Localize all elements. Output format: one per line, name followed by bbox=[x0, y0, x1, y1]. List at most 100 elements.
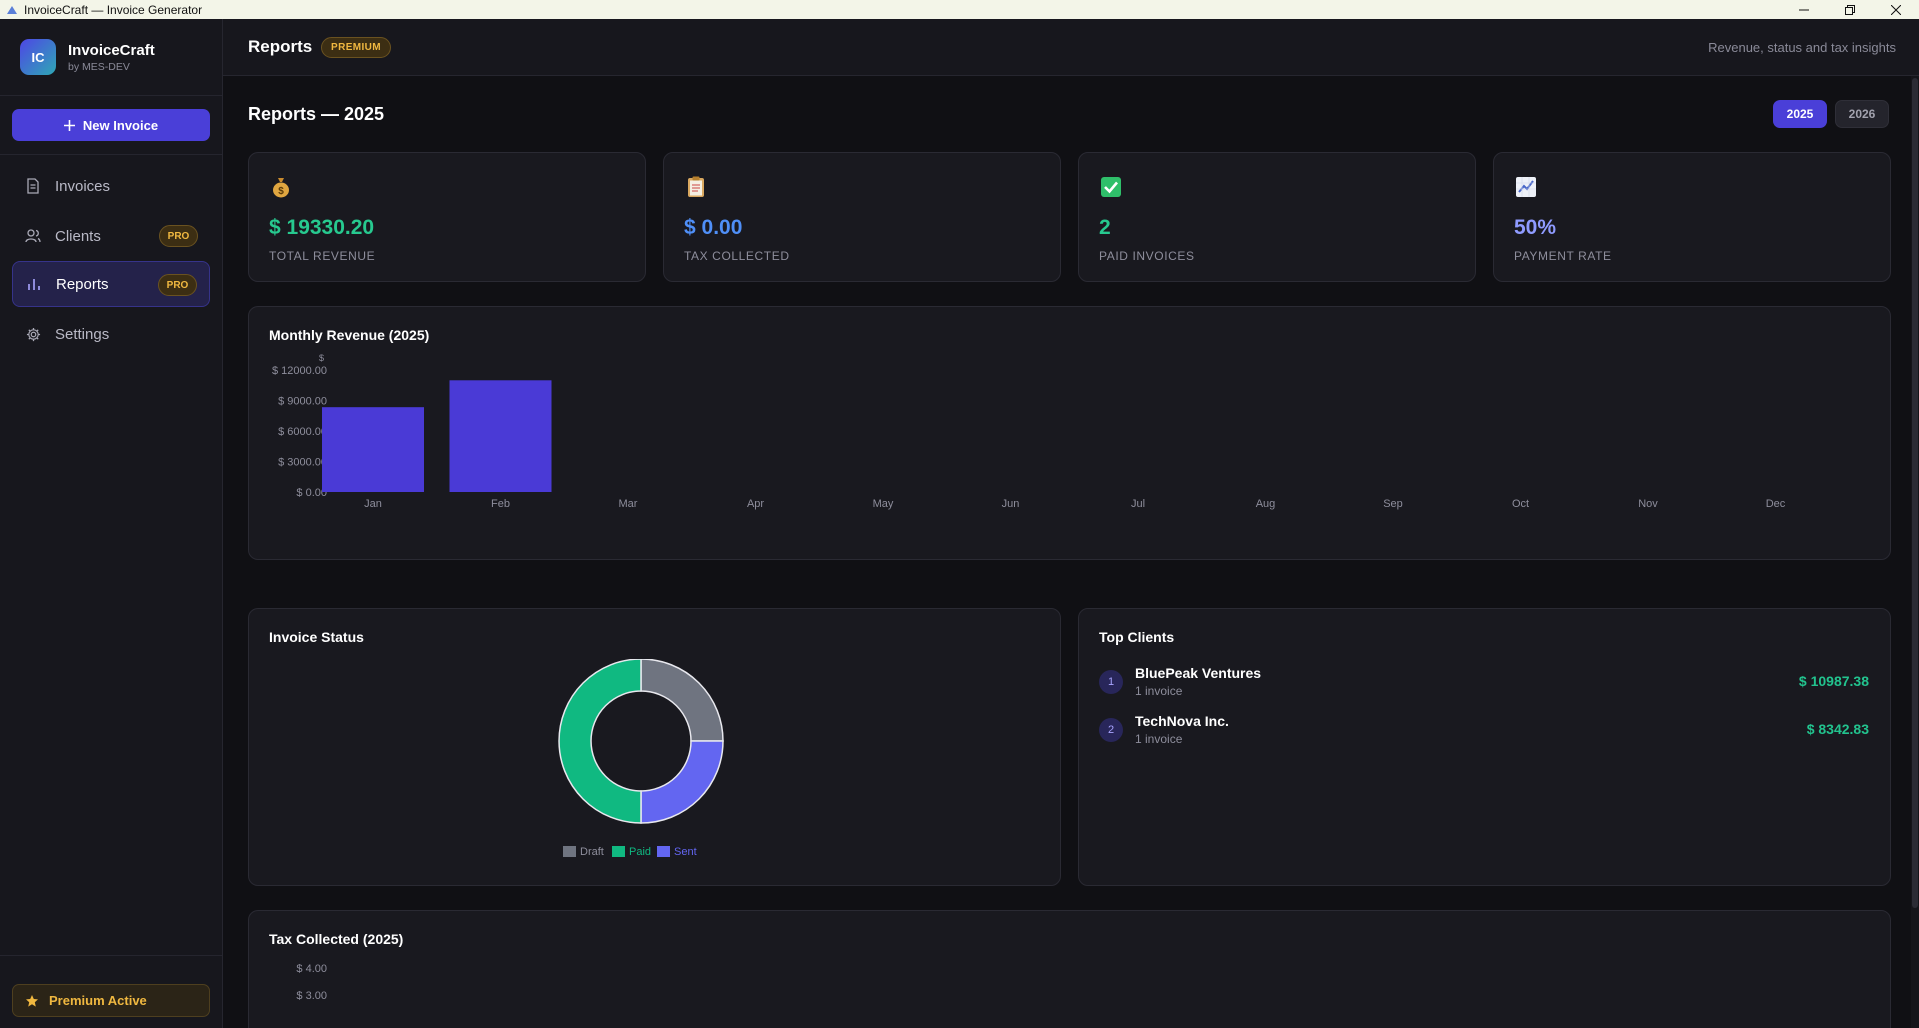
client-amount: $ 8342.83 bbox=[1806, 721, 1869, 737]
donut-slice-draft[interactable] bbox=[640, 659, 724, 742]
y-tick-label: $ 6000.00 bbox=[278, 426, 327, 438]
plus-icon bbox=[63, 119, 75, 131]
kpi-card-total-revenue: $ $ 19330.20 TOTAL REVENUE bbox=[248, 152, 646, 282]
x-tick-label: Dec bbox=[1766, 498, 1786, 510]
legend-label[interactable]: Draft bbox=[580, 846, 604, 858]
sidebar-item-reports[interactable]: Reports PRO bbox=[12, 261, 210, 307]
y-tick-label: $ 12000.00 bbox=[272, 365, 327, 377]
sidebar-item-label: Invoices bbox=[55, 177, 111, 195]
x-tick-label: Jun bbox=[1002, 498, 1020, 510]
y-tick-label: $ 3000.00 bbox=[278, 457, 327, 469]
sidebar-item-clients[interactable]: Clients PRO bbox=[12, 213, 210, 259]
sidebar-item-settings[interactable]: Settings bbox=[12, 311, 210, 357]
check-box-icon bbox=[1099, 175, 1123, 205]
brand: IC InvoiceCraft by MES-DEV bbox=[20, 39, 155, 75]
kpi-value: $ 19330.20 bbox=[269, 216, 375, 239]
clipboard-icon bbox=[684, 175, 708, 205]
page-title: Reports — 2025 bbox=[248, 104, 385, 124]
x-tick-label: Apr bbox=[747, 498, 764, 510]
window-title: InvoiceCraft — Invoice Generator bbox=[24, 2, 203, 17]
app-logo: IC bbox=[20, 39, 56, 75]
new-invoice-button[interactable]: New Invoice bbox=[12, 109, 210, 141]
top-clients-title: Top Clients bbox=[1099, 629, 1175, 645]
sidebar: IC InvoiceCraft by MES-DEV New Invoice I… bbox=[0, 19, 223, 1028]
bar-chart-icon bbox=[26, 276, 42, 292]
chart-title: Tax Collected (2025) bbox=[269, 931, 404, 947]
kpi-label: PAYMENT RATE bbox=[1514, 249, 1612, 263]
sidebar-divider bbox=[0, 955, 222, 956]
y-axis-unit: $ bbox=[319, 353, 324, 363]
client-name: TechNova Inc. bbox=[1135, 713, 1229, 729]
kpi-label: TOTAL REVENUE bbox=[269, 249, 376, 263]
close-icon[interactable] bbox=[1873, 0, 1919, 19]
monthly-revenue-card: Monthly Revenue (2025) $ $ 0.00 $ 3000.00 $… bbox=[248, 306, 1891, 560]
sidebar-item-invoices[interactable]: Invoices bbox=[12, 163, 210, 209]
year-2025-button[interactable]: 2025 bbox=[1773, 100, 1827, 128]
top-clients-card: Top Clients 1 BluePeak Ventures 1 invoic… bbox=[1078, 608, 1891, 886]
x-tick-label: Jul bbox=[1131, 498, 1145, 510]
brand-subtitle: by MES-DEV bbox=[68, 60, 130, 73]
x-tick-label: Nov bbox=[1638, 498, 1658, 510]
sidebar-divider bbox=[0, 95, 222, 96]
pro-badge: PRO bbox=[158, 274, 197, 296]
tax-collected-card: Tax Collected (2025) $ 4.00 $ 3.00 bbox=[248, 910, 1891, 1028]
invoice-status-donut-chart: Draft Paid Sent bbox=[558, 659, 724, 858]
legend-label[interactable]: Sent bbox=[674, 846, 697, 858]
pro-badge: PRO bbox=[159, 225, 198, 247]
kpi-label: PAID INVOICES bbox=[1099, 249, 1195, 263]
brand-name: InvoiceCraft bbox=[68, 41, 155, 59]
restore-icon[interactable] bbox=[1827, 0, 1873, 19]
trend-chart-icon bbox=[1514, 175, 1538, 205]
x-tick-label: Aug bbox=[1256, 498, 1276, 510]
kpi-card-paid-invoices: 2 PAID INVOICES bbox=[1078, 152, 1476, 282]
list-item[interactable]: 1 BluePeak Ventures 1 invoice $ 10987.38 bbox=[1099, 662, 1869, 702]
tax-bar-chart: $ 4.00 $ 3.00 bbox=[296, 963, 327, 1002]
client-rank: 2 bbox=[1099, 718, 1123, 742]
kpi-card-payment-rate: 50% PAYMENT RATE bbox=[1493, 152, 1891, 282]
y-tick-label: $ 4.00 bbox=[296, 963, 327, 975]
x-tick-label: Feb bbox=[491, 498, 510, 510]
y-tick-label: $ 3.00 bbox=[296, 990, 327, 1002]
legend-label[interactable]: Paid bbox=[629, 846, 651, 858]
bar[interactable] bbox=[322, 407, 424, 492]
new-invoice-label: New Invoice bbox=[82, 117, 159, 133]
kpi-value: 50% bbox=[1514, 216, 1557, 239]
star-icon bbox=[26, 994, 38, 1007]
x-tick-label: Oct bbox=[1512, 498, 1529, 510]
scrollbar-thumb[interactable] bbox=[1912, 78, 1918, 908]
client-invoice-count: 1 invoice bbox=[1135, 732, 1183, 746]
premium-active-button[interactable]: Premium Active bbox=[12, 984, 210, 1017]
x-tick-label: Jan bbox=[364, 498, 382, 510]
client-amount: $ 10987.38 bbox=[1798, 673, 1869, 689]
chart-title: Monthly Revenue (2025) bbox=[269, 327, 430, 343]
scrollbar[interactable] bbox=[1911, 76, 1919, 1028]
header-title: Reports bbox=[248, 37, 313, 56]
sidebar-item-label: Clients bbox=[55, 227, 101, 245]
donut-slice-sent[interactable] bbox=[640, 740, 724, 824]
invoice-status-card: Invoice Status Draft Paid Sent bbox=[248, 608, 1061, 886]
kpi-value: 2 bbox=[1099, 216, 1111, 239]
donut-slice-paid[interactable] bbox=[558, 659, 642, 824]
chart-title: Invoice Status bbox=[269, 629, 364, 645]
premium-badge: PREMIUM bbox=[321, 37, 392, 58]
users-icon bbox=[25, 228, 41, 244]
page-header: Reports PREMIUM Revenue, status and tax … bbox=[223, 19, 1919, 76]
sidebar-divider bbox=[0, 154, 222, 155]
sidebar-item-label: Settings bbox=[55, 325, 110, 343]
window-titlebar: InvoiceCraft — Invoice Generator bbox=[0, 0, 1919, 19]
client-name: BluePeak Ventures bbox=[1135, 665, 1262, 681]
premium-active-label: Premium Active bbox=[49, 993, 147, 1008]
list-item[interactable]: 2 TechNova Inc. 1 invoice $ 8342.83 bbox=[1099, 710, 1869, 750]
main-content: Reports — 2025 2025 2026 $ $ 19330.20 TO… bbox=[223, 76, 1919, 1028]
x-tick-label: May bbox=[873, 498, 894, 510]
kpi-card-tax-collected: $ 0.00 TAX COLLECTED bbox=[663, 152, 1061, 282]
revenue-bar-chart: $$ 0.00$ 3000.00$ 6000.00$ 9000.00$ 1200… bbox=[272, 353, 1786, 510]
money-bag-icon: $ bbox=[269, 175, 293, 205]
document-icon bbox=[25, 178, 41, 194]
x-tick-label: Mar bbox=[619, 498, 638, 510]
year-2026-button[interactable]: 2026 bbox=[1835, 100, 1889, 128]
bar[interactable] bbox=[449, 380, 552, 492]
minimize-icon[interactable] bbox=[1781, 0, 1827, 19]
header-subtitle: Revenue, status and tax insights bbox=[1708, 40, 1896, 55]
x-tick-label: Sep bbox=[1383, 498, 1403, 510]
